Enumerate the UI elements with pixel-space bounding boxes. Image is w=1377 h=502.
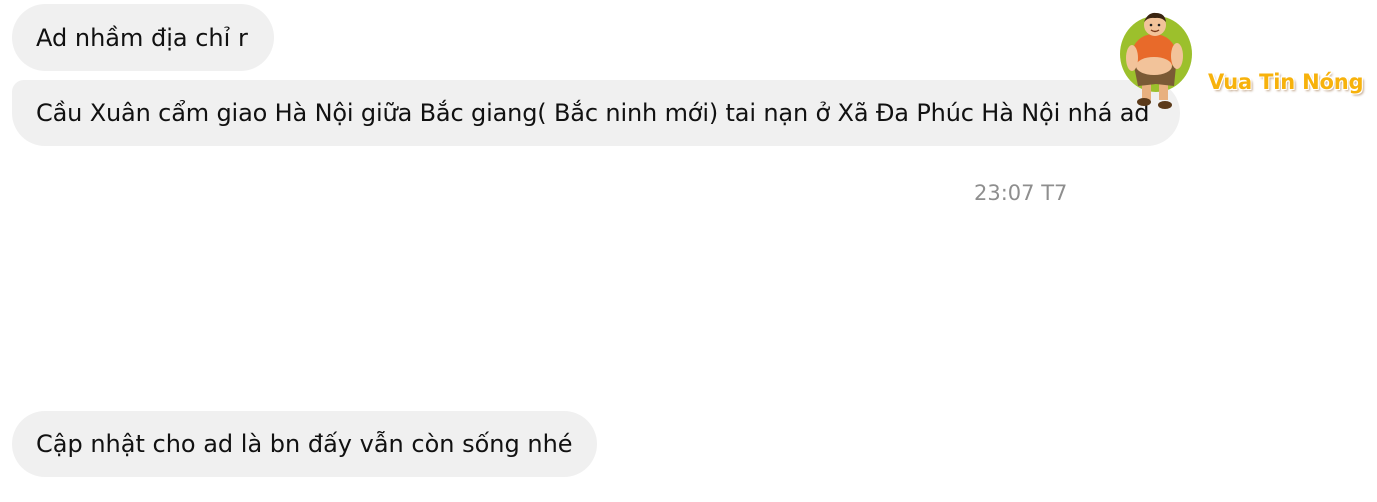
message-bubble[interactable]: Cầu Xuân cẩm giao Hà Nội giữa Bắc giang(… (12, 80, 1180, 146)
watermark-text: Vua Tin Nóng (1208, 70, 1364, 94)
watermark-logo: Vua Tin Nóng (1118, 8, 1368, 112)
message-timestamp: 23:07 T7 (974, 181, 1068, 205)
message-bubble[interactable]: Cập nhật cho ad là bn đấy vẫn còn sống n… (12, 411, 597, 477)
message-bubble[interactable]: Ad nhầm địa chỉ r (12, 4, 274, 71)
message-text: Cập nhật cho ad là bn đấy vẫn còn sống n… (36, 430, 573, 458)
message-text: Ad nhầm địa chỉ r (36, 23, 248, 52)
mascot-icon (1120, 12, 1192, 109)
message-text: Cầu Xuân cẩm giao Hà Nội giữa Bắc giang(… (36, 99, 1150, 127)
